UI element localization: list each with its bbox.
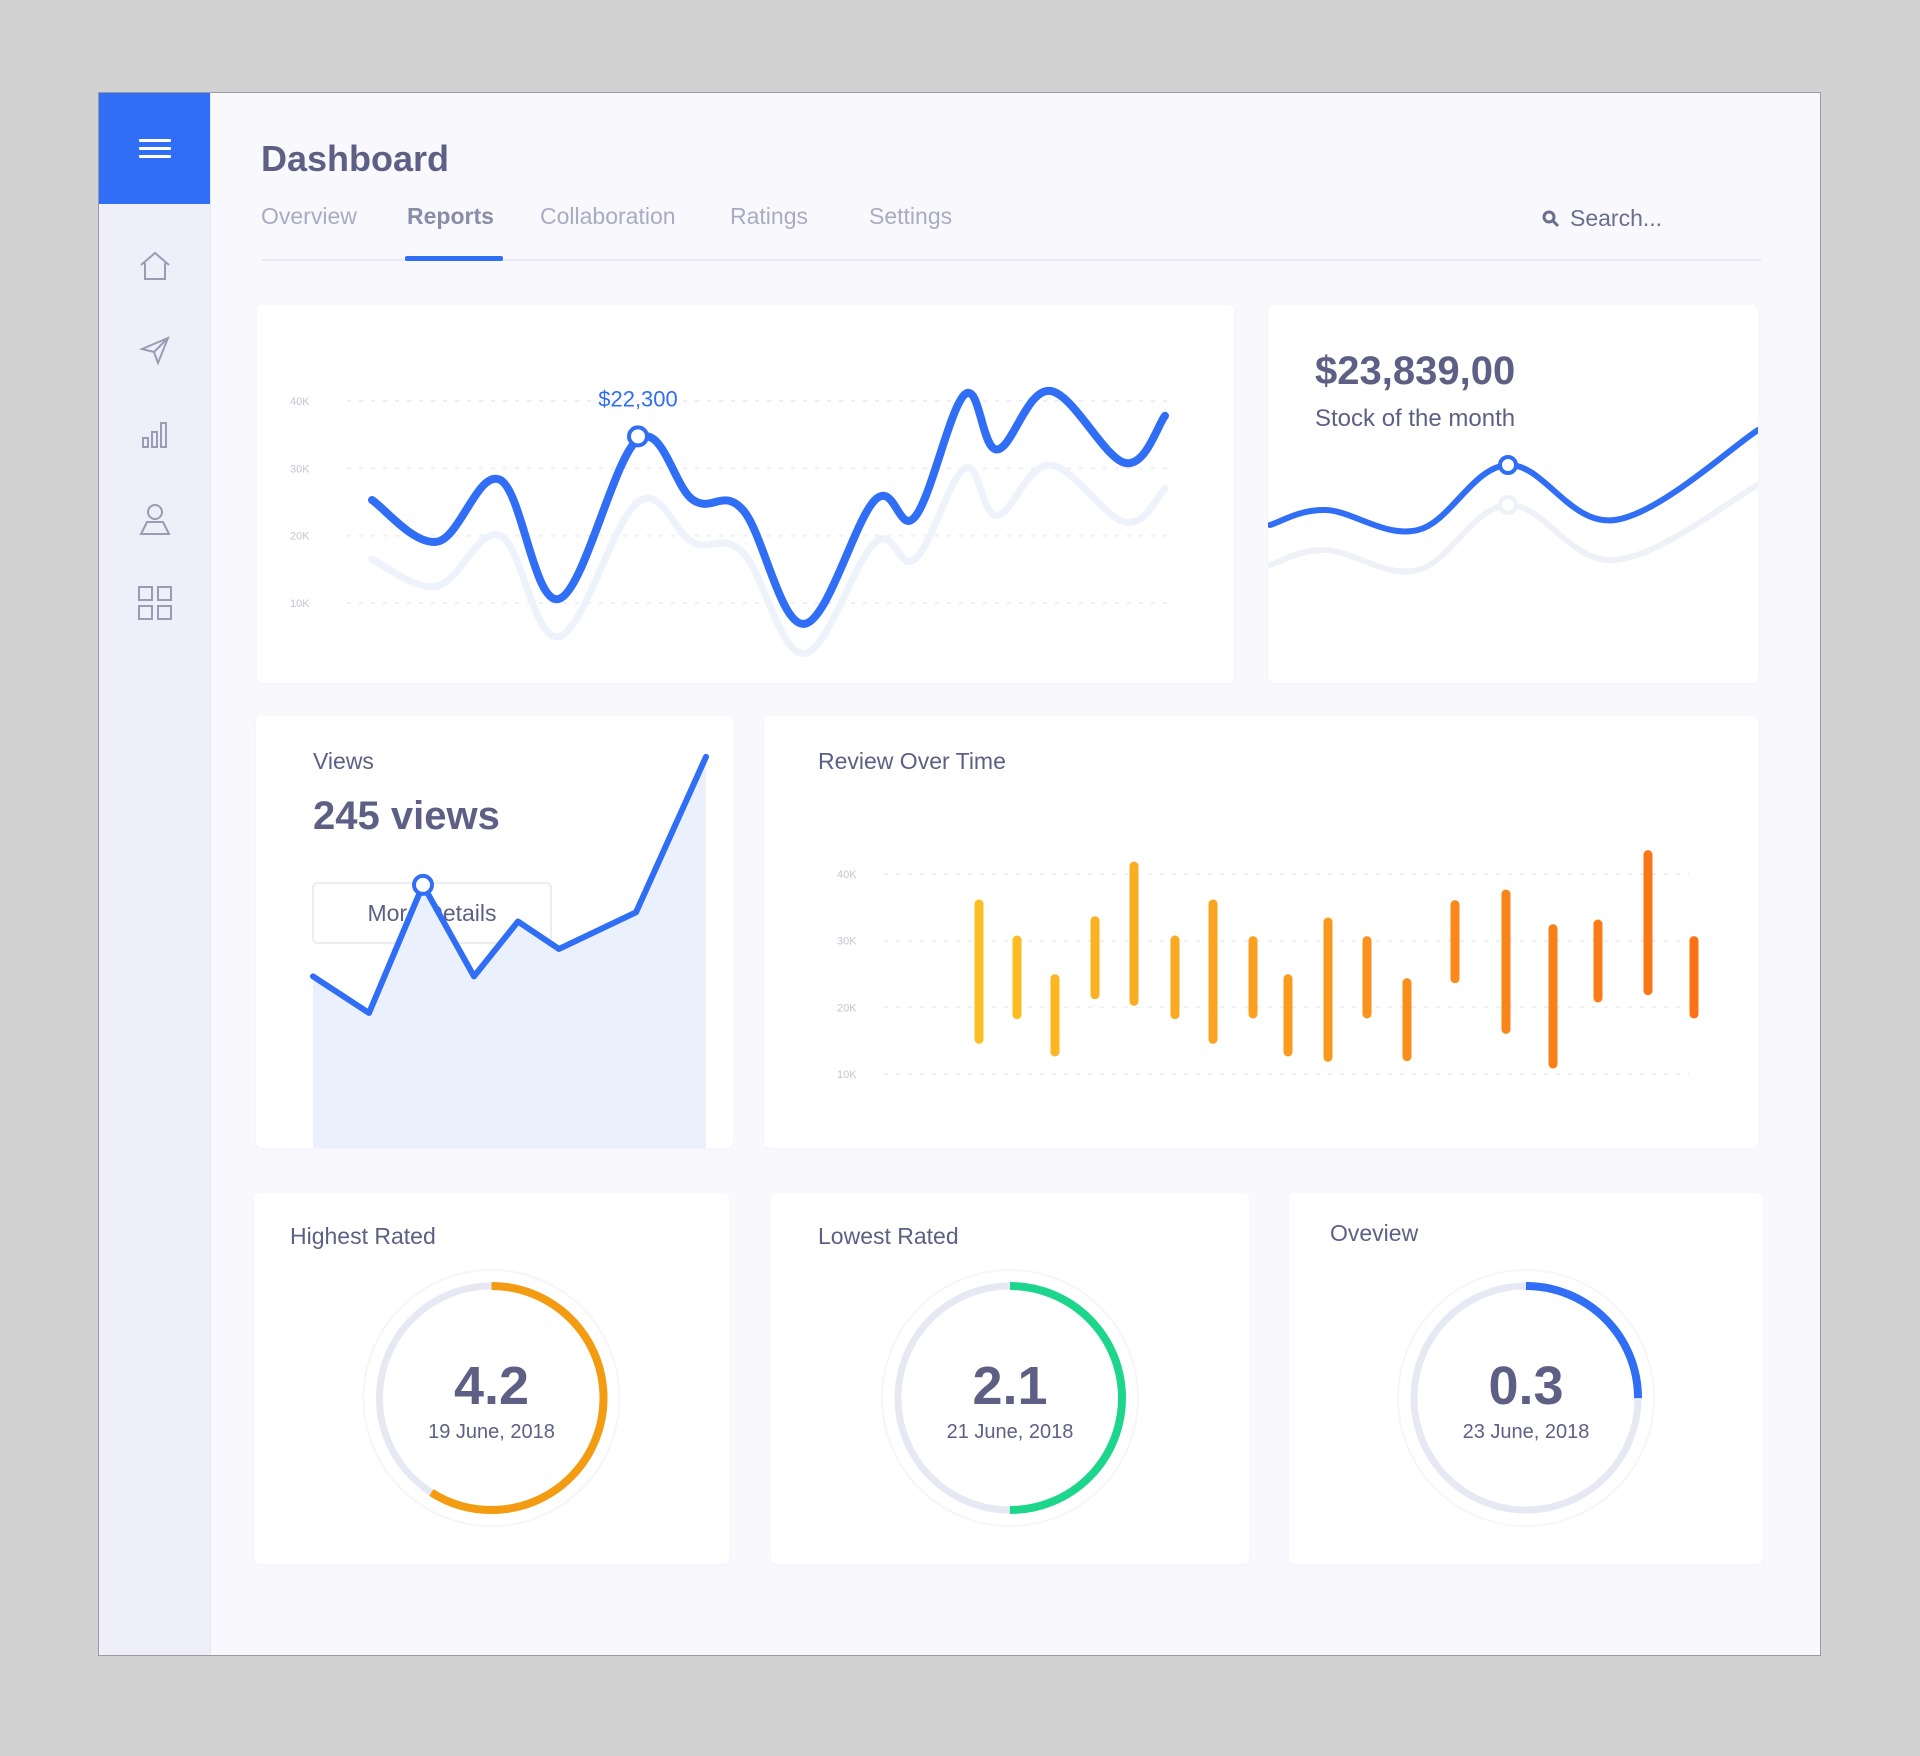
sidebar xyxy=(99,93,211,1655)
tab-overview[interactable]: Overview xyxy=(261,203,357,230)
hamburger-menu-icon xyxy=(138,134,171,163)
revenue-line-chart: 10K 20K 30K 40K $22,300 xyxy=(290,386,1175,657)
tab-ratings[interactable]: Ratings xyxy=(730,203,808,230)
sidebar-item-send[interactable] xyxy=(99,320,210,380)
tab-reports[interactable]: Reports xyxy=(407,203,494,230)
stock-line-chart xyxy=(1268,427,1758,575)
search-placeholder: Search... xyxy=(1570,205,1663,231)
home-icon xyxy=(139,251,170,280)
rating-value: 0.3 xyxy=(1488,1356,1564,1416)
search-input[interactable]: Search... xyxy=(1542,205,1662,232)
rating-card-lowest: Lowest Rated 2.1 21 June, 2018 xyxy=(771,1193,1249,1564)
review-card: Review Over Time 10K 20K 30K 40K xyxy=(764,716,1758,1148)
tab-bar: Overview Reports Collaboration Ratings S… xyxy=(261,203,1761,255)
more-details-button[interactable]: More Details xyxy=(312,882,552,944)
series-line-current xyxy=(1268,427,1758,535)
user-icon xyxy=(138,504,171,535)
views-card: Views 245 views More Details xyxy=(256,716,733,1148)
sidebar-item-home[interactable] xyxy=(99,236,210,296)
stock-marker xyxy=(1498,455,1518,475)
review-bar-chart: 10K 20K 30K 40K xyxy=(837,850,1699,1081)
sidebar-item-apps[interactable] xyxy=(99,573,210,633)
y-tick-label: 30K xyxy=(837,936,857,948)
rating-date: 19 June, 2018 xyxy=(428,1421,555,1443)
tab-settings[interactable]: Settings xyxy=(869,203,952,230)
y-tick-label: 10K xyxy=(290,598,310,610)
rating-value: 2.1 xyxy=(972,1356,1048,1416)
y-tick-label: 40K xyxy=(290,396,310,408)
sidebar-item-analytics[interactable] xyxy=(99,405,210,465)
paper-plane-icon xyxy=(138,336,170,366)
y-tick-label: 40K xyxy=(837,869,857,881)
stock-card: $23,839,00 Stock of the month xyxy=(1268,305,1758,683)
grid-icon xyxy=(137,586,172,620)
y-tick-label: 10K xyxy=(837,1069,857,1081)
rating-card-highest: Highest Rated 4.2 19 June, 2018 xyxy=(254,1193,729,1564)
views-count: 245 views xyxy=(313,794,500,838)
tooltip-marker xyxy=(627,425,649,448)
views-label: Views xyxy=(313,748,374,774)
rating-card-overview: Oveview 0.3 23 June, 2018 xyxy=(1289,1193,1763,1564)
ghost-marker xyxy=(1498,495,1518,515)
search-icon xyxy=(1542,210,1560,227)
app-window: Dashboard Overview Reports Collaboration… xyxy=(98,92,1821,1656)
tab-collaboration[interactable]: Collaboration xyxy=(540,203,676,230)
y-tick-label: 20K xyxy=(290,531,310,543)
rating-date: 21 June, 2018 xyxy=(946,1421,1074,1443)
tooltip-label: $22,300 xyxy=(598,386,678,411)
y-tick-label: 30K xyxy=(290,463,310,475)
rating-date: 23 June, 2018 xyxy=(1462,1421,1590,1443)
page-title: Dashboard xyxy=(261,138,450,179)
rating-value: 4.2 xyxy=(453,1356,530,1416)
bar-chart-icon xyxy=(141,422,167,448)
y-tick-label: 20K xyxy=(837,1002,857,1014)
series-line-current xyxy=(368,386,1169,628)
revenue-chart-card: 10K 20K 30K 40K $22,300 xyxy=(257,305,1234,683)
sidebar-item-profile[interactable] xyxy=(99,489,210,549)
menu-button[interactable] xyxy=(99,93,210,204)
active-tab-indicator xyxy=(405,256,503,261)
